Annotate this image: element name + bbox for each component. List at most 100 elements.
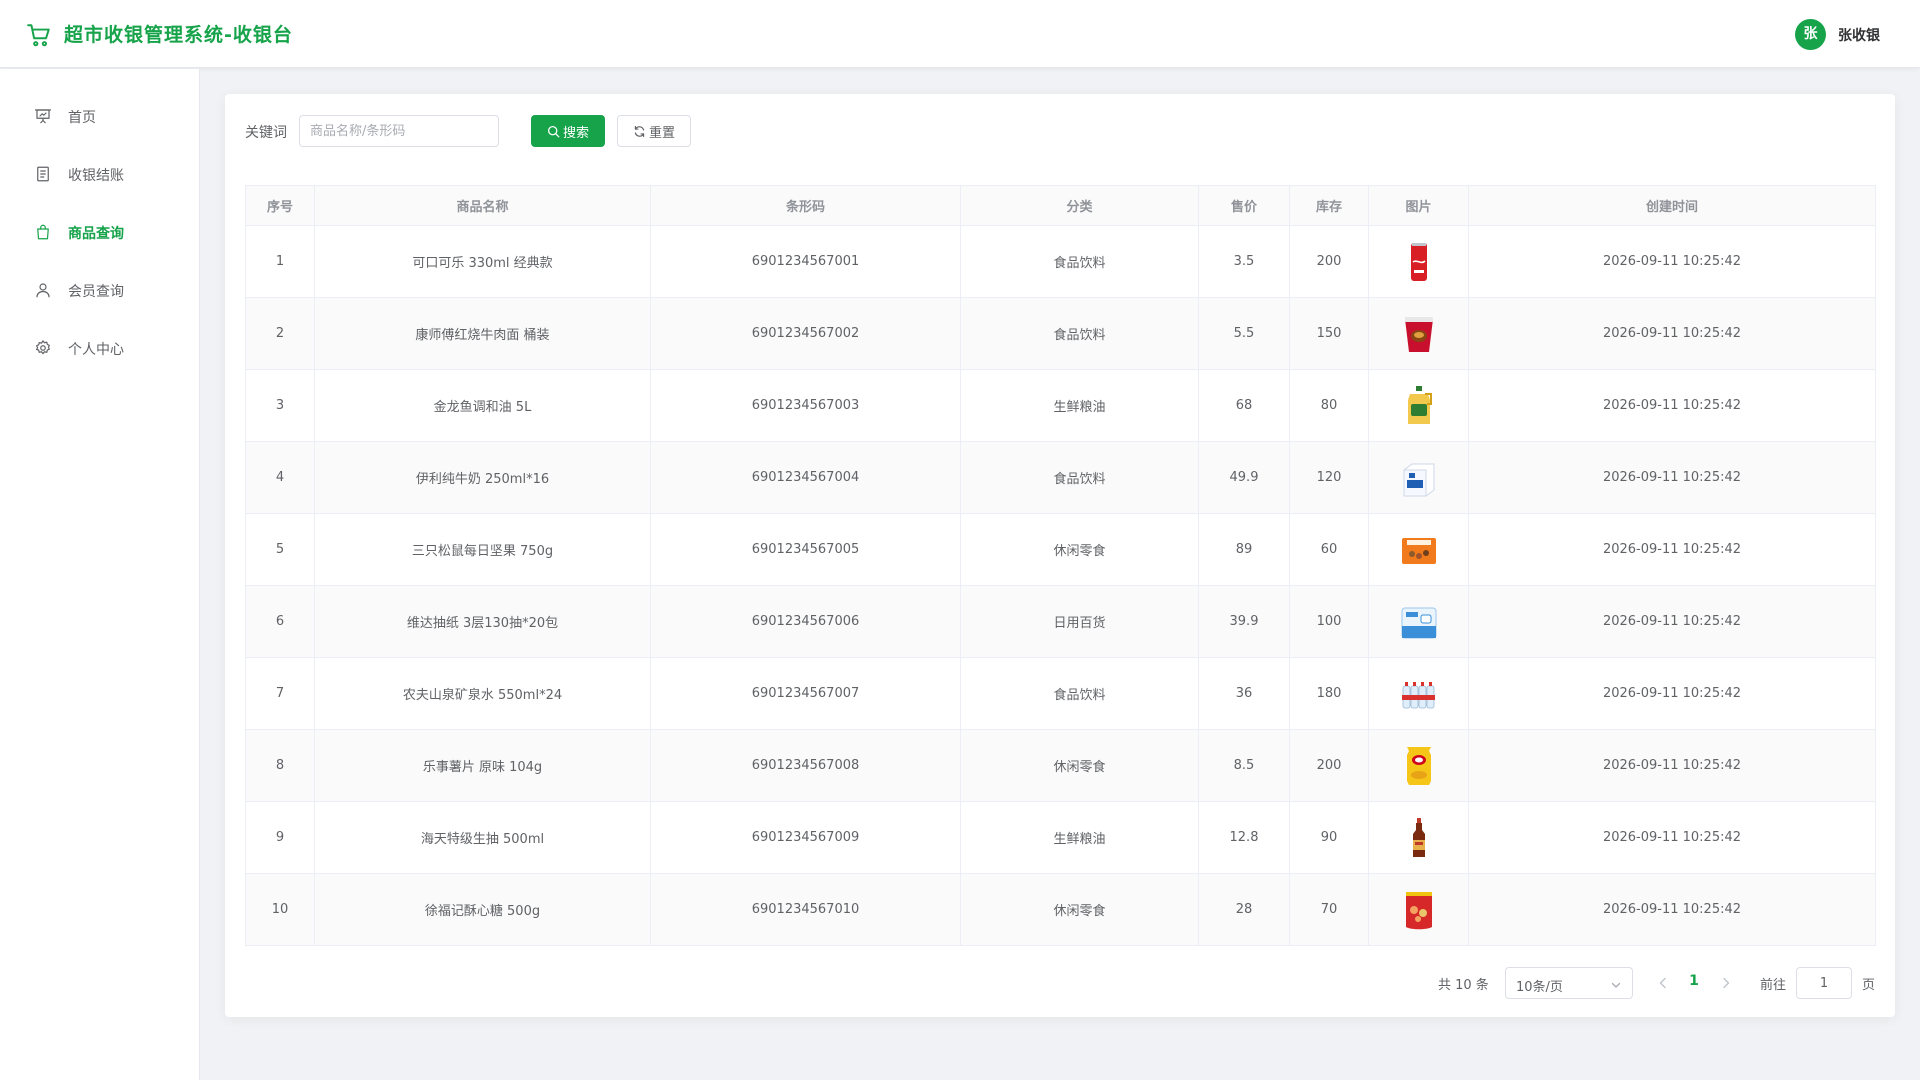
top-header: 超市收银管理系统-收银台 张 张收银: [0, 0, 1920, 68]
product-image-nut-box[interactable]: [1399, 528, 1439, 572]
page-size-select[interactable]: 10条/页: [1505, 967, 1633, 999]
cell-index: 1: [245, 225, 315, 298]
product-image-oil-jug[interactable]: [1399, 384, 1439, 428]
avatar[interactable]: 张: [1795, 19, 1826, 50]
cell-category: 食品饮料: [960, 657, 1199, 730]
cell-index: 8: [245, 729, 315, 802]
table-row[interactable]: 4 伊利纯牛奶 250ml*16 6901234567004 食品饮料 49.9…: [245, 441, 1876, 514]
cell-image: [1368, 729, 1469, 802]
column-header-index[interactable]: 序号: [245, 185, 315, 226]
cell-stock: 200: [1289, 225, 1369, 298]
cell-stock: 200: [1289, 729, 1369, 802]
cell-index: 2: [245, 297, 315, 370]
username[interactable]: 张收银: [1838, 25, 1880, 45]
cell-stock: 70: [1289, 873, 1369, 946]
cell-stock: 150: [1289, 297, 1369, 370]
cell-name: 维达抽纸 3层130抽*20包: [314, 585, 651, 658]
sidebar-item-home[interactable]: 首页: [0, 96, 199, 136]
table-row[interactable]: 9 海天特级生抽 500ml 6901234567009 生鲜粮油 12.8 9…: [245, 801, 1876, 874]
column-header-created[interactable]: 创建时间: [1468, 185, 1876, 226]
pagination-total: 共 10 条: [1438, 978, 1489, 993]
column-header-category[interactable]: 分类: [960, 185, 1199, 226]
table-row[interactable]: 5 三只松鼠每日坚果 750g 6901234567005 休闲零食 89 60…: [245, 513, 1876, 586]
cell-name: 康师傅红烧牛肉面 桶装: [314, 297, 651, 370]
table-row[interactable]: 6 维达抽纸 3层130抽*20包 6901234567006 日用百货 39.…: [245, 585, 1876, 658]
sidebar-item-product-query[interactable]: 商品查询: [0, 212, 199, 252]
product-image-chips-bag[interactable]: [1399, 744, 1439, 788]
sidebar-item-member-query[interactable]: 会员查询: [0, 270, 199, 310]
sidebar-item-label: 个人中心: [68, 342, 124, 358]
column-header-price[interactable]: 售价: [1198, 185, 1290, 226]
cell-stock: 80: [1289, 369, 1369, 442]
cell-price: 68: [1198, 369, 1290, 442]
cell-barcode: 6901234567005: [650, 513, 961, 586]
product-image-cola-can[interactable]: [1399, 240, 1439, 284]
cell-category: 休闲零食: [960, 729, 1199, 802]
product-table: 序号 商品名称 条形码 分类 售价 库存 图片 创建时间 1 可口可乐 330m…: [245, 185, 1876, 946]
cell-price: 3.5: [1198, 225, 1290, 298]
cell-price: 5.5: [1198, 297, 1290, 370]
table-row[interactable]: 10 徐福记酥心糖 500g 6901234567010 休闲零食 28 70 …: [245, 873, 1876, 946]
cell-created: 2026-09-11 10:25:42: [1468, 513, 1876, 586]
cell-barcode: 6901234567008: [650, 729, 961, 802]
chevron-right-icon[interactable]: [1718, 975, 1734, 991]
sidebar-item-profile[interactable]: 个人中心: [0, 328, 199, 368]
cell-barcode: 6901234567001: [650, 225, 961, 298]
cell-created: 2026-09-11 10:25:42: [1468, 225, 1876, 298]
cell-category: 食品饮料: [960, 441, 1199, 514]
cell-price: 36: [1198, 657, 1290, 730]
column-header-image[interactable]: 图片: [1368, 185, 1469, 226]
cell-price: 89: [1198, 513, 1290, 586]
product-image-candy-bag[interactable]: [1399, 888, 1439, 932]
product-image-tissue-pack[interactable]: [1399, 600, 1439, 644]
table-header-row: 序号 商品名称 条形码 分类 售价 库存 图片 创建时间: [245, 185, 1876, 226]
goto-page-input[interactable]: [1796, 967, 1852, 999]
cell-category: 食品饮料: [960, 225, 1199, 298]
cell-image: [1368, 801, 1469, 874]
cell-image: [1368, 297, 1469, 370]
cell-category: 休闲零食: [960, 513, 1199, 586]
column-header-barcode[interactable]: 条形码: [650, 185, 961, 226]
reset-button-label: 重置: [648, 125, 675, 141]
cell-created: 2026-09-11 10:25:42: [1468, 297, 1876, 370]
sidebar: 首页 收银结账 商品查询 会员查询 个人中心: [0, 69, 200, 1080]
cell-index: 6: [245, 585, 315, 658]
cell-image: [1368, 225, 1469, 298]
chevron-left-icon[interactable]: [1655, 975, 1671, 991]
cell-barcode: 6901234567009: [650, 801, 961, 874]
cell-name: 海天特级生抽 500ml: [314, 801, 651, 874]
cell-barcode: 6901234567003: [650, 369, 961, 442]
cell-created: 2026-09-11 10:25:42: [1468, 729, 1876, 802]
column-header-name[interactable]: 商品名称: [314, 185, 651, 226]
table-row[interactable]: 8 乐事薯片 原味 104g 6901234567008 休闲零食 8.5 20…: [245, 729, 1876, 802]
cell-stock: 60: [1289, 513, 1369, 586]
reset-button[interactable]: 重置: [617, 115, 691, 147]
product-image-milk-box[interactable]: [1399, 456, 1439, 500]
cell-index: 7: [245, 657, 315, 730]
cell-name: 可口可乐 330ml 经典款: [314, 225, 651, 298]
cell-created: 2026-09-11 10:25:42: [1468, 441, 1876, 514]
column-header-stock[interactable]: 库存: [1289, 185, 1369, 226]
page-number-current[interactable]: 1: [1684, 973, 1704, 989]
cell-stock: 100: [1289, 585, 1369, 658]
table-row[interactable]: 7 农夫山泉矿泉水 550ml*24 6901234567007 食品饮料 36…: [245, 657, 1876, 730]
search-button[interactable]: 搜索: [531, 115, 605, 147]
cell-stock: 120: [1289, 441, 1369, 514]
refresh-icon: [634, 125, 645, 137]
table-row[interactable]: 3 金龙鱼调和油 5L 6901234567003 生鲜粮油 68 80 202…: [245, 369, 1876, 442]
sidebar-item-checkout[interactable]: 收银结账: [0, 154, 199, 194]
table-row[interactable]: 1 可口可乐 330ml 经典款 6901234567001 食品饮料 3.5 …: [245, 225, 1876, 298]
table-row[interactable]: 2 康师傅红烧牛肉面 桶装 6901234567002 食品饮料 5.5 150…: [245, 297, 1876, 370]
product-image-soy-bottle[interactable]: [1399, 816, 1439, 860]
page-size-value: 10条/页: [1516, 980, 1563, 995]
cell-category: 生鲜粮油: [960, 369, 1199, 442]
product-image-noodle-bucket[interactable]: [1399, 312, 1439, 356]
product-image-water-bottles[interactable]: [1399, 672, 1439, 716]
shopping-bag-icon: [37, 224, 49, 240]
cell-price: 12.8: [1198, 801, 1290, 874]
keyword-search-input[interactable]: [299, 115, 499, 147]
cell-name: 金龙鱼调和油 5L: [314, 369, 651, 442]
cell-index: 5: [245, 513, 315, 586]
pagination: 共 10 条 10条/页 1 前往 页: [225, 967, 1895, 999]
cell-barcode: 6901234567007: [650, 657, 961, 730]
